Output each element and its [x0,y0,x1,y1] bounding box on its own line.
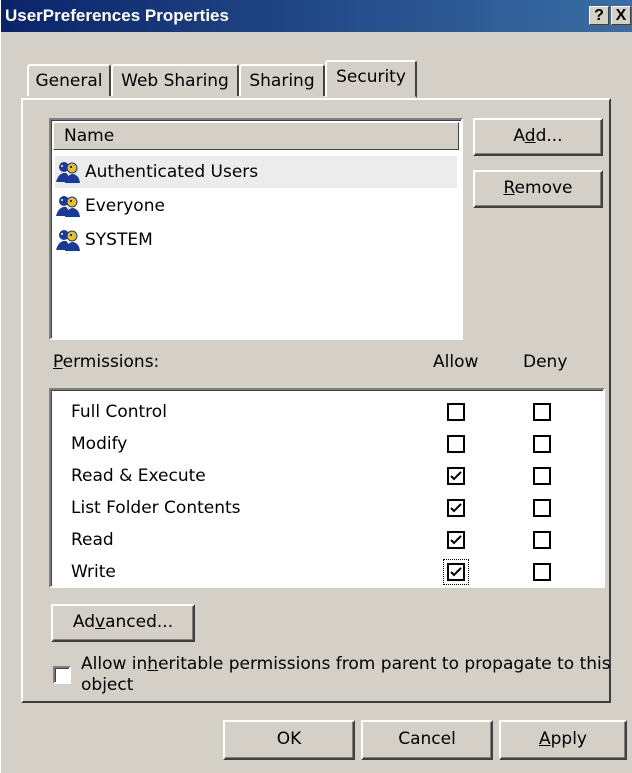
permissions-label: Permissions: [53,352,159,372]
inherit-accel-key: h [147,654,159,674]
apply-accel-key: A [538,729,551,749]
permission-row: List Folder Contents [55,492,605,524]
allow-checkbox[interactable] [447,563,465,581]
add-button-label-rest: d... [535,126,563,146]
list-item-system[interactable]: SYSTEM [55,224,153,256]
permission-row: Write [55,556,605,588]
permission-name: Read [71,530,114,550]
permissions-accel-key: P [53,352,63,372]
remove-button-label-rest: emove [514,178,573,198]
deny-checkbox[interactable] [533,531,551,549]
advanced-button-label: Ad [72,612,96,632]
allow-checkbox[interactable] [447,435,465,453]
permission-name: Modify [71,434,128,454]
add-button-label: A [513,126,525,146]
advanced-button[interactable]: Advanced... [51,604,195,642]
allow-checkbox[interactable] [447,467,465,485]
user-group-icon [55,194,81,218]
list-item-authenticated-users[interactable]: Authenticated Users [55,156,457,188]
check-icon [450,535,462,545]
permission-name: Full Control [71,402,167,422]
remove-accel-key: R [503,178,515,198]
cancel-button[interactable]: Cancel [361,720,493,760]
check-icon [450,503,462,513]
user-name: Authenticated Users [85,162,259,182]
ok-button[interactable]: OK [223,720,355,760]
user-name: Everyone [85,196,165,216]
permission-row: Read & Execute [55,460,605,492]
remove-button[interactable]: Remove [473,170,603,208]
apply-button[interactable]: Apply [499,720,627,760]
allow-checkbox[interactable] [447,531,465,549]
help-button[interactable]: ? [589,6,609,25]
permissions-label-text: ermissions: [62,352,160,372]
user-group-icon [55,228,81,252]
inherit-text-line2: object [81,675,134,695]
tab-security[interactable]: Security [325,60,417,98]
add-button[interactable]: Add... [473,118,603,156]
users-listbox[interactable]: Name Authenticated Users Everyone SYSTEM [49,118,463,340]
deny-checkbox[interactable] [533,403,551,421]
window-title: UserPreferences Properties [5,6,229,25]
permissions-listbox[interactable]: Full Control Modify Read & Execute List … [49,388,605,588]
title-bar[interactable]: UserPreferences Properties ? X [1,0,632,32]
user-name: SYSTEM [85,230,153,250]
check-icon [450,471,462,481]
tab-web-sharing[interactable]: Web Sharing [111,64,239,96]
inherit-text-rest: eritable permissions from parent to prop… [158,654,611,674]
apply-button-label-rest: pply [550,729,587,749]
permission-row: Modify [55,428,605,460]
advanced-accel-key: v [95,612,106,632]
add-accel-key: d [524,126,536,146]
deny-checkbox[interactable] [533,499,551,517]
check-icon [450,567,462,577]
advanced-button-label-rest: anced... [105,612,174,632]
deny-column-header: Deny [523,352,568,372]
tab-sharing[interactable]: Sharing [239,64,325,96]
inherit-permissions-label[interactable]: Allow inheritable permissions from paren… [81,654,611,696]
properties-dialog: UserPreferences Properties ? X General W… [0,0,632,773]
allow-checkbox[interactable] [447,403,465,421]
name-column-header[interactable]: Name [53,122,459,150]
allow-column-header: Allow [433,352,479,372]
deny-checkbox[interactable] [533,467,551,485]
permission-name: List Folder Contents [71,498,241,518]
permission-row: Full Control [55,396,605,428]
user-group-icon [55,160,81,184]
permission-row: Read [55,524,605,556]
tab-general[interactable]: General [27,64,111,96]
list-item-everyone[interactable]: Everyone [55,190,165,222]
deny-checkbox[interactable] [533,563,551,581]
permission-name: Write [71,562,116,582]
inherit-permissions-checkbox[interactable] [53,666,71,684]
inherit-text: Allow in [81,654,148,674]
permission-name: Read & Execute [71,466,206,486]
deny-checkbox[interactable] [533,435,551,453]
allow-checkbox[interactable] [447,499,465,517]
close-button[interactable]: X [611,6,631,25]
